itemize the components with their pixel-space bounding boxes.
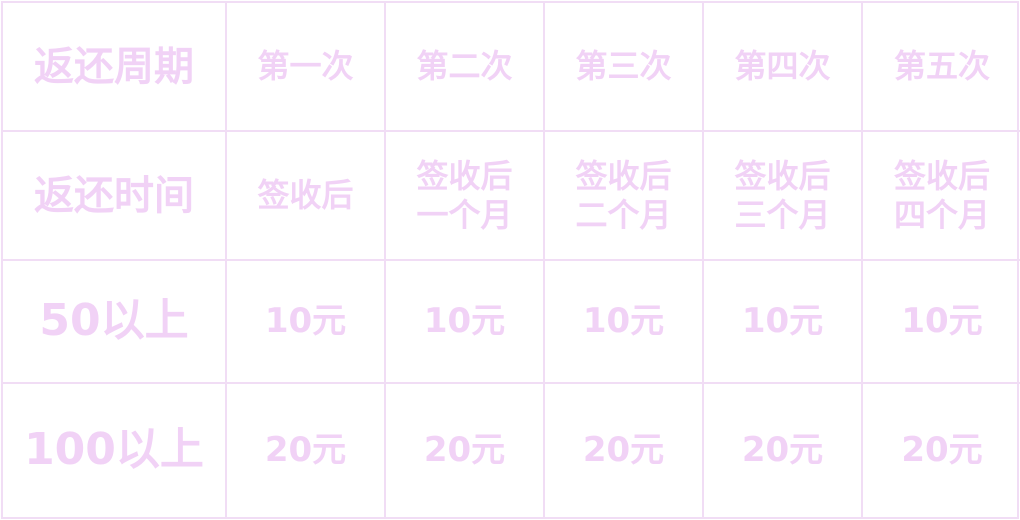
cell-tier50-4: 10元 (704, 261, 863, 384)
rebate-schedule-table: 返还周期 第一次 第二次 第三次 第四次 第五次 返还时间 签收后 签收后 一个… (1, 1, 1020, 519)
cell-tier100-1: 20元 (227, 384, 386, 517)
cell-period-1: 第一次 (227, 3, 386, 132)
cell-period-2: 第二次 (386, 3, 545, 132)
cell-tier50-1: 10元 (227, 261, 386, 384)
cell-period-4: 第四次 (704, 3, 863, 132)
cell-tier50-5: 10元 (863, 261, 1020, 384)
row-header-return-time: 返还时间 (3, 132, 227, 261)
cell-time-4: 签收后 三个月 (704, 132, 863, 261)
cell-tier50-2: 10元 (386, 261, 545, 384)
cell-time-5: 签收后 四个月 (863, 132, 1020, 261)
cell-tier50-3: 10元 (545, 261, 704, 384)
cell-time-3: 签收后 二个月 (545, 132, 704, 261)
row-header-tier-100: 100以上 (3, 384, 227, 517)
cell-tier100-5: 20元 (901, 430, 983, 471)
row-header-return-period: 返还周期 (3, 3, 227, 132)
cell-time-1: 签收后 (227, 132, 386, 261)
row-header-tier-50: 50以上 (3, 261, 227, 384)
cell-tier100-3: 20元 (545, 384, 704, 517)
cell-tier100-4: 20元 (704, 384, 863, 517)
cell-period-5: 第五次 (863, 3, 1020, 132)
cell-tier100-2: 20元 (386, 384, 545, 517)
cell-time-2: 签收后 一个月 (386, 132, 545, 261)
cell-period-3: 第三次 (545, 3, 704, 132)
